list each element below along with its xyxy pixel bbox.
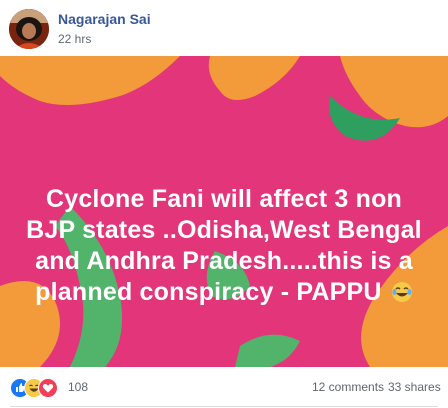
comments-count[interactable]: 12 comments [312,380,384,394]
laughing-tears-emoji-icon [391,280,413,302]
post-header: Nagarajan Sai 22 hrs [0,0,448,56]
post-message-text: Cyclone Fani will affect 3 non BJP state… [26,185,422,306]
post-background-card: Cyclone Fani will affect 3 non BJP state… [0,56,448,367]
footer-divider [10,406,438,407]
reaction-count[interactable]: 108 [68,380,88,394]
post-timestamp[interactable]: 22 hrs [58,32,91,46]
love-icon[interactable] [38,378,58,398]
shares-count[interactable]: 33 shares [388,380,441,394]
post-message: Cyclone Fani will affect 3 non BJP state… [20,184,428,308]
author-name[interactable]: Nagarajan Sai [58,11,151,27]
post-footer: 108 12 comments 33 shares [0,367,448,408]
avatar[interactable] [9,9,49,49]
